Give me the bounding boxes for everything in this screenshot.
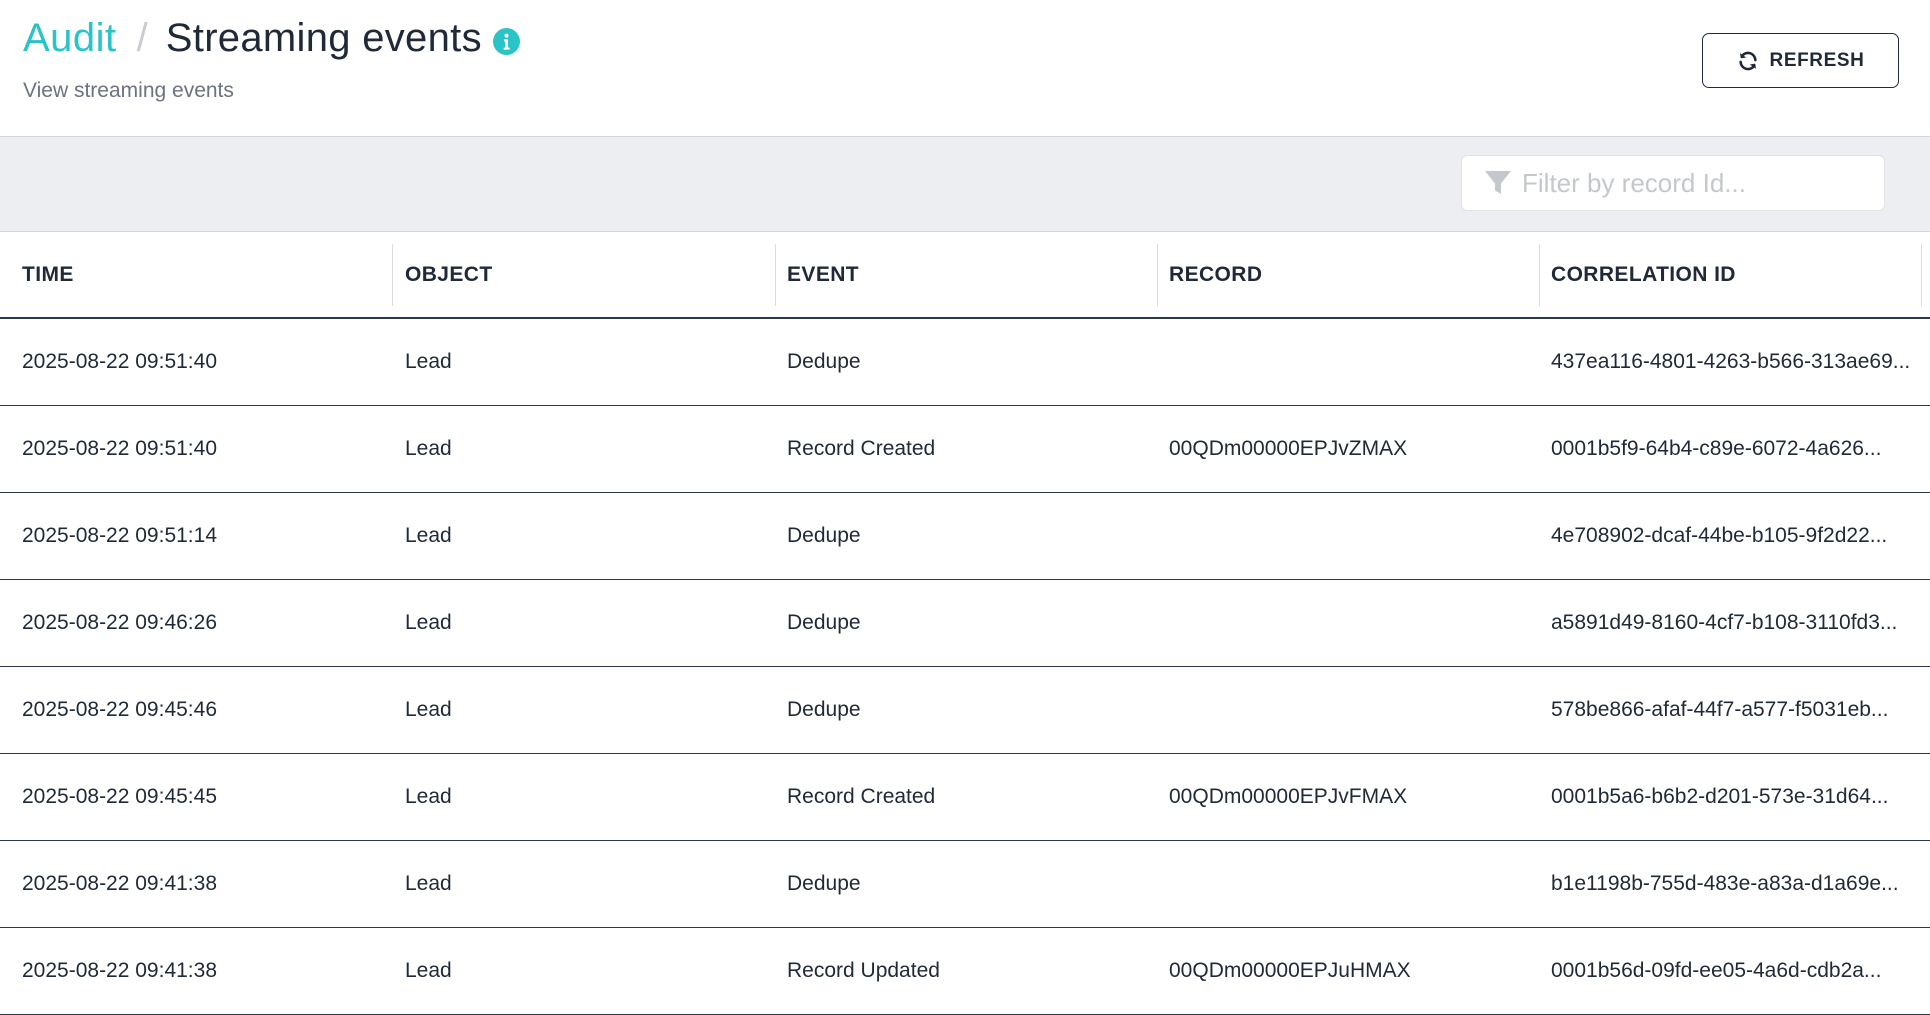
cell-time: 2025-08-22 09:51:14 bbox=[22, 524, 217, 547]
cell-object: Lead bbox=[405, 872, 452, 895]
cell-record bbox=[1169, 319, 1529, 405]
page-subtitle: View streaming events bbox=[23, 79, 234, 102]
column-divider bbox=[1157, 244, 1158, 306]
column-divider bbox=[775, 244, 776, 306]
cell-record bbox=[1169, 580, 1529, 666]
cell-event: Dedupe bbox=[787, 524, 861, 547]
cell-object: Lead bbox=[405, 611, 452, 634]
cell-correlation-id: a5891d49-8160-4cf7-b108-3110fd3... bbox=[1551, 611, 1898, 634]
cell-object: Lead bbox=[405, 437, 452, 460]
refresh-button-label: REFRESH bbox=[1769, 49, 1865, 71]
table-row[interactable]: 2025-08-22 09:51:40 Lead Dedupe 437ea116… bbox=[0, 319, 1930, 406]
streaming-events-table: TIME OBJECT EVENT RECORD CORRELATION ID … bbox=[0, 232, 1930, 1015]
record-id-filter-input[interactable] bbox=[1522, 167, 1862, 199]
cell-event: Record Created bbox=[787, 437, 936, 460]
cell-correlation-id: 0001b5f9-64b4-c89e-6072-4a626... bbox=[1551, 437, 1882, 460]
cell-record[interactable]: 00QDm00000EPJvFMAX bbox=[1169, 754, 1529, 840]
cell-time: 2025-08-22 09:45:46 bbox=[22, 698, 217, 721]
cell-time: 2025-08-22 09:41:38 bbox=[22, 872, 217, 895]
cell-correlation-id: 0001b56d-09fd-ee05-4a6d-cdb2a... bbox=[1551, 959, 1882, 982]
column-header-event[interactable]: EVENT bbox=[787, 232, 859, 317]
cell-record bbox=[1169, 841, 1529, 927]
column-divider bbox=[392, 244, 393, 306]
breadcrumb-audit-link[interactable]: Audit bbox=[23, 16, 117, 61]
cell-object: Lead bbox=[405, 524, 452, 547]
cell-record[interactable]: 00QDm00000EPJvZMAX bbox=[1169, 406, 1529, 492]
table-row[interactable]: 2025-08-22 09:41:38 Lead Record Updated … bbox=[0, 928, 1930, 1015]
table-row[interactable]: 2025-08-22 09:45:45 Lead Record Created … bbox=[0, 754, 1930, 841]
column-divider bbox=[1539, 244, 1540, 306]
cell-event: Record Created bbox=[787, 785, 936, 808]
cell-object: Lead bbox=[405, 959, 452, 982]
cell-event: Record Updated bbox=[787, 959, 940, 982]
refresh-button[interactable]: REFRESH bbox=[1702, 33, 1899, 88]
refresh-icon bbox=[1737, 50, 1759, 72]
table-row[interactable]: 2025-08-22 09:51:14 Lead Dedupe 4e708902… bbox=[0, 493, 1930, 580]
cell-event: Dedupe bbox=[787, 872, 861, 895]
column-header-object[interactable]: OBJECT bbox=[405, 232, 493, 317]
filter-bar bbox=[0, 137, 1930, 232]
info-icon[interactable] bbox=[492, 28, 520, 55]
cell-event: Dedupe bbox=[787, 611, 861, 634]
cell-correlation-id: b1e1198b-755d-483e-a83a-d1a69e... bbox=[1551, 872, 1899, 895]
column-header-correlation-id[interactable]: CORRELATION ID bbox=[1551, 232, 1736, 317]
cell-time: 2025-08-22 09:51:40 bbox=[22, 350, 217, 373]
page-title: Streaming events bbox=[165, 16, 482, 60]
filter-icon bbox=[1483, 168, 1513, 198]
column-header-record[interactable]: RECORD bbox=[1169, 232, 1262, 317]
cell-record bbox=[1169, 667, 1529, 753]
cell-correlation-id: 578be866-afaf-44f7-a577-f5031eb... bbox=[1551, 698, 1889, 721]
streaming-events-page: Audit / Streaming events View streaming … bbox=[0, 0, 1930, 1015]
table-row[interactable]: 2025-08-22 09:51:40 Lead Record Created … bbox=[0, 406, 1930, 493]
cell-object: Lead bbox=[405, 785, 452, 808]
cell-object: Lead bbox=[405, 698, 452, 721]
cell-correlation-id: 4e708902-dcaf-44be-b105-9f2d22... bbox=[1551, 524, 1888, 547]
breadcrumb-separator: / bbox=[136, 16, 148, 60]
cell-object: Lead bbox=[405, 350, 452, 373]
table-header: TIME OBJECT EVENT RECORD CORRELATION ID bbox=[0, 232, 1930, 319]
cell-correlation-id: 0001b5a6-b6b2-d201-573e-31d64... bbox=[1551, 785, 1889, 808]
table-row[interactable]: 2025-08-22 09:45:46 Lead Dedupe 578be866… bbox=[0, 667, 1930, 754]
cell-record[interactable]: 00QDm00000EPJuHMAX bbox=[1169, 928, 1529, 1014]
cell-event: Dedupe bbox=[787, 350, 861, 373]
table-row[interactable]: 2025-08-22 09:46:26 Lead Dedupe a5891d49… bbox=[0, 580, 1930, 667]
column-divider bbox=[1921, 244, 1922, 306]
cell-time: 2025-08-22 09:45:45 bbox=[22, 785, 217, 808]
breadcrumb: Audit / Streaming events bbox=[23, 16, 520, 61]
cell-correlation-id: 437ea116-4801-4263-b566-313ae69... bbox=[1551, 350, 1911, 373]
cell-event: Dedupe bbox=[787, 698, 861, 721]
page-header: Audit / Streaming events View streaming … bbox=[0, 0, 1930, 137]
cell-time: 2025-08-22 09:41:38 bbox=[22, 959, 217, 982]
column-header-time[interactable]: TIME bbox=[22, 232, 74, 317]
cell-record bbox=[1169, 493, 1529, 579]
record-id-filter[interactable] bbox=[1461, 155, 1885, 211]
table-row[interactable]: 2025-08-22 09:41:38 Lead Dedupe b1e1198b… bbox=[0, 841, 1930, 928]
cell-time: 2025-08-22 09:51:40 bbox=[22, 437, 217, 460]
cell-time: 2025-08-22 09:46:26 bbox=[22, 611, 217, 634]
